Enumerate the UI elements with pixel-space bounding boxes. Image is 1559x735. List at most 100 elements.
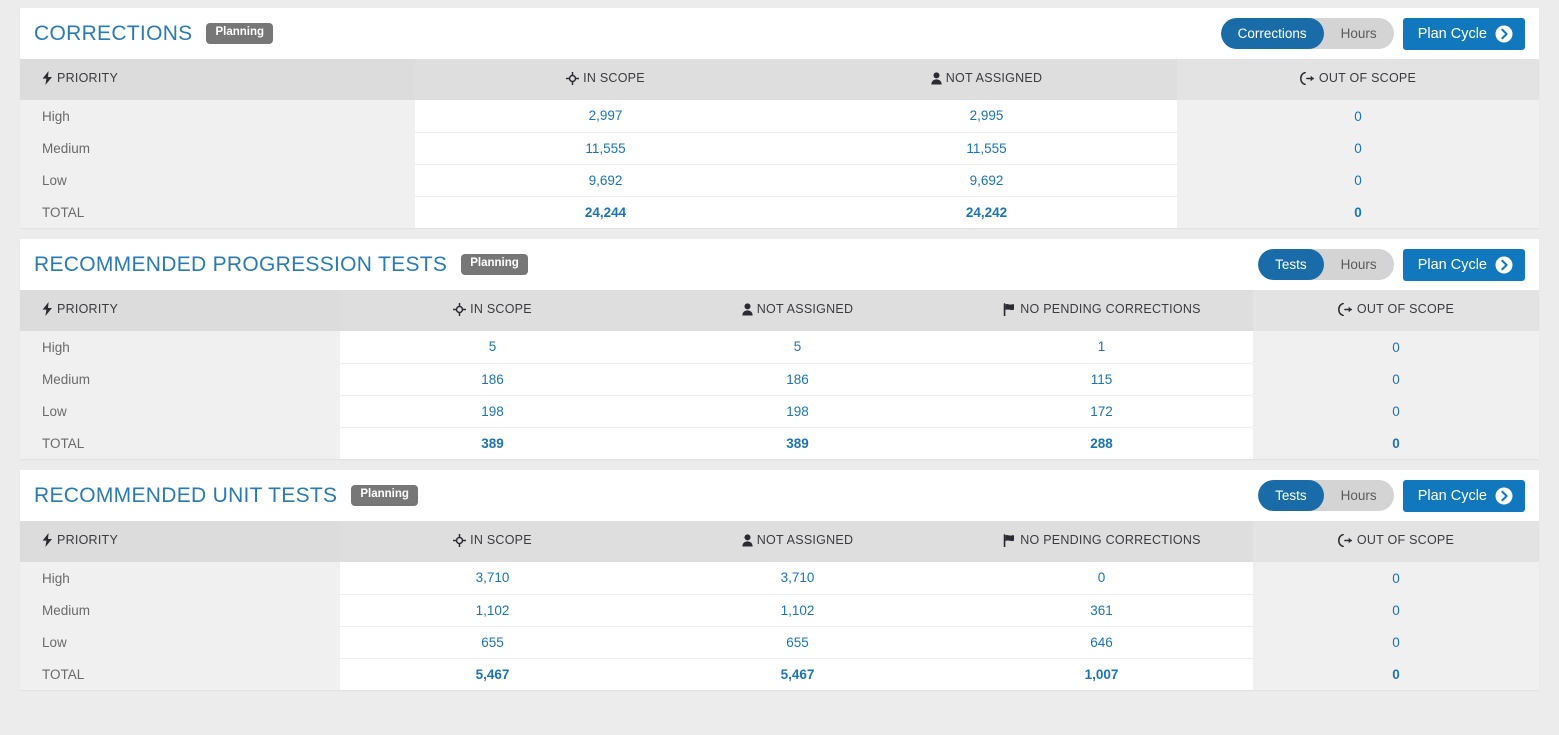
column-header-out-of-scope-label: OUT OF SCOPE [1318, 71, 1417, 86]
cell-not-assigned[interactable]: 186 [645, 363, 950, 396]
row-label-total: TOTAL [20, 427, 340, 459]
table-row-total: TOTAL 389 389 288 0 [20, 427, 1539, 459]
cell-no-pending-corrections[interactable]: 361 [950, 594, 1253, 627]
cell-in-scope[interactable]: 186 [340, 363, 645, 396]
row-label: Medium [20, 594, 340, 626]
column-header-out-of-scope-label: OUT OF SCOPE [1356, 533, 1455, 548]
cell-not-assigned[interactable]: 3,710 [645, 562, 950, 595]
toggle-option-corrections[interactable]: Corrections [1220, 18, 1324, 49]
cell-no-pending-corrections[interactable]: 1 [950, 331, 1253, 364]
cell-out-of-scope[interactable]: 0 [1177, 164, 1539, 196]
cell-out-of-scope[interactable]: 0 [1253, 562, 1539, 594]
recommended-unit-tests-table: PRIORITY IN SCOPE NOT ASSIGNED NO PENDIN… [20, 521, 1539, 690]
column-header-priority-label: PRIORITY [57, 71, 119, 85]
toggle-option-tests[interactable]: Tests [1258, 480, 1324, 511]
crosshair-target-icon [453, 533, 467, 547]
cell-total-out-of-scope[interactable]: 0 [1177, 196, 1539, 228]
row-label: Medium [20, 132, 415, 164]
toggle-option-hours[interactable]: Hours [1324, 480, 1394, 511]
cell-total-no-pending-corrections[interactable]: 288 [950, 427, 1253, 459]
cell-in-scope[interactable]: 2,997 [415, 100, 796, 133]
table-row: Low 9,692 9,692 0 [20, 164, 1539, 197]
cell-total-not-assigned[interactable]: 389 [645, 427, 950, 459]
cell-not-assigned[interactable]: 2,995 [796, 100, 1177, 133]
column-header-not-assigned-label: NOT ASSIGNED [756, 302, 854, 317]
column-header-in-scope[interactable]: IN SCOPE [340, 521, 645, 562]
flag-icon [1002, 533, 1016, 547]
cell-total-out-of-scope[interactable]: 0 [1253, 427, 1539, 459]
sign-out-icon [1337, 302, 1353, 316]
plan-cycle-button[interactable]: Plan Cycle [1402, 248, 1525, 281]
column-header-in-scope[interactable]: IN SCOPE [415, 59, 796, 100]
cell-out-of-scope[interactable]: 0 [1253, 395, 1539, 427]
cell-not-assigned[interactable]: 9,692 [796, 164, 1177, 197]
cell-in-scope[interactable]: 1,102 [340, 594, 645, 627]
cell-not-assigned[interactable]: 655 [645, 626, 950, 659]
cell-total-in-scope[interactable]: 5,467 [340, 658, 645, 690]
page-title: CORRECTIONS [34, 21, 193, 45]
cell-in-scope[interactable]: 11,555 [415, 132, 796, 165]
tests-hours-toggle[interactable]: Tests Hours [1258, 480, 1394, 511]
column-header-out-of-scope[interactable]: OUT OF SCOPE [1253, 521, 1539, 562]
cell-not-assigned[interactable]: 1,102 [645, 594, 950, 627]
column-header-not-assigned[interactable]: NOT ASSIGNED [645, 521, 950, 562]
toggle-option-hours[interactable]: Hours [1324, 18, 1394, 49]
page-title: RECOMMENDED PROGRESSION TESTS [34, 252, 448, 276]
cell-total-in-scope[interactable]: 389 [340, 427, 645, 459]
corrections-hours-toggle[interactable]: Corrections Hours [1220, 18, 1394, 49]
cell-total-in-scope[interactable]: 24,244 [415, 196, 796, 228]
plan-cycle-label: Plan Cycle [1417, 25, 1487, 42]
column-header-no-pending-corrections[interactable]: NO PENDING CORRECTIONS [950, 521, 1253, 562]
tests-hours-toggle[interactable]: Tests Hours [1258, 249, 1394, 280]
lightning-bolt-icon [42, 302, 53, 316]
cell-in-scope[interactable]: 3,710 [340, 562, 645, 595]
chevron-right-circle-icon [1495, 487, 1513, 505]
cell-no-pending-corrections[interactable]: 0 [950, 562, 1253, 595]
status-badge: Planning [351, 485, 418, 506]
table-row: High 2,997 2,995 0 [20, 100, 1539, 133]
column-header-priority[interactable]: PRIORITY [20, 59, 415, 100]
cell-out-of-scope[interactable]: 0 [1177, 132, 1539, 164]
person-icon [742, 534, 753, 547]
cell-total-no-pending-corrections[interactable]: 1,007 [950, 658, 1253, 690]
cell-in-scope[interactable]: 198 [340, 395, 645, 428]
column-header-out-of-scope[interactable]: OUT OF SCOPE [1253, 290, 1539, 331]
cell-out-of-scope[interactable]: 0 [1253, 331, 1539, 363]
cell-out-of-scope[interactable]: 0 [1253, 363, 1539, 395]
cell-no-pending-corrections[interactable]: 115 [950, 363, 1253, 396]
table-row: Low 198 198 172 0 [20, 395, 1539, 428]
cell-not-assigned[interactable]: 11,555 [796, 132, 1177, 165]
cell-no-pending-corrections[interactable]: 646 [950, 626, 1253, 659]
cell-total-not-assigned[interactable]: 24,242 [796, 196, 1177, 228]
plan-cycle-button[interactable]: Plan Cycle [1402, 479, 1525, 512]
plan-cycle-button[interactable]: Plan Cycle [1402, 17, 1525, 50]
corrections-table: PRIORITY IN SCOPE NOT ASSIGNED OUT OF SC… [20, 59, 1539, 228]
row-label-total: TOTAL [20, 658, 340, 690]
row-label: Low [20, 164, 415, 196]
cell-in-scope[interactable]: 9,692 [415, 164, 796, 197]
cell-not-assigned[interactable]: 198 [645, 395, 950, 428]
column-header-not-assigned[interactable]: NOT ASSIGNED [645, 290, 950, 331]
column-header-priority[interactable]: PRIORITY [20, 290, 340, 331]
cell-total-out-of-scope[interactable]: 0 [1253, 658, 1539, 690]
cell-total-not-assigned[interactable]: 5,467 [645, 658, 950, 690]
column-header-no-pending-corrections[interactable]: NO PENDING CORRECTIONS [950, 290, 1253, 331]
cell-out-of-scope[interactable]: 0 [1177, 100, 1539, 132]
cell-in-scope[interactable]: 5 [340, 331, 645, 364]
cell-in-scope[interactable]: 655 [340, 626, 645, 659]
toggle-option-hours[interactable]: Hours [1324, 249, 1394, 280]
cell-out-of-scope[interactable]: 0 [1253, 626, 1539, 658]
cell-not-assigned[interactable]: 5 [645, 331, 950, 364]
toggle-option-tests[interactable]: Tests [1258, 249, 1324, 280]
cell-no-pending-corrections[interactable]: 172 [950, 395, 1253, 428]
recommended-unit-tests-card: RECOMMENDED UNIT TESTS Planning Tests Ho… [20, 470, 1539, 690]
cell-out-of-scope[interactable]: 0 [1253, 594, 1539, 626]
column-header-not-assigned[interactable]: NOT ASSIGNED [796, 59, 1177, 100]
column-header-in-scope[interactable]: IN SCOPE [340, 290, 645, 331]
corrections-card-header: CORRECTIONS Planning Corrections Hours P… [20, 8, 1539, 59]
row-label: High [20, 100, 415, 132]
column-header-out-of-scope[interactable]: OUT OF SCOPE [1177, 59, 1539, 100]
column-header-out-of-scope-label: OUT OF SCOPE [1356, 302, 1455, 317]
person-icon [742, 303, 753, 316]
column-header-priority[interactable]: PRIORITY [20, 521, 340, 562]
